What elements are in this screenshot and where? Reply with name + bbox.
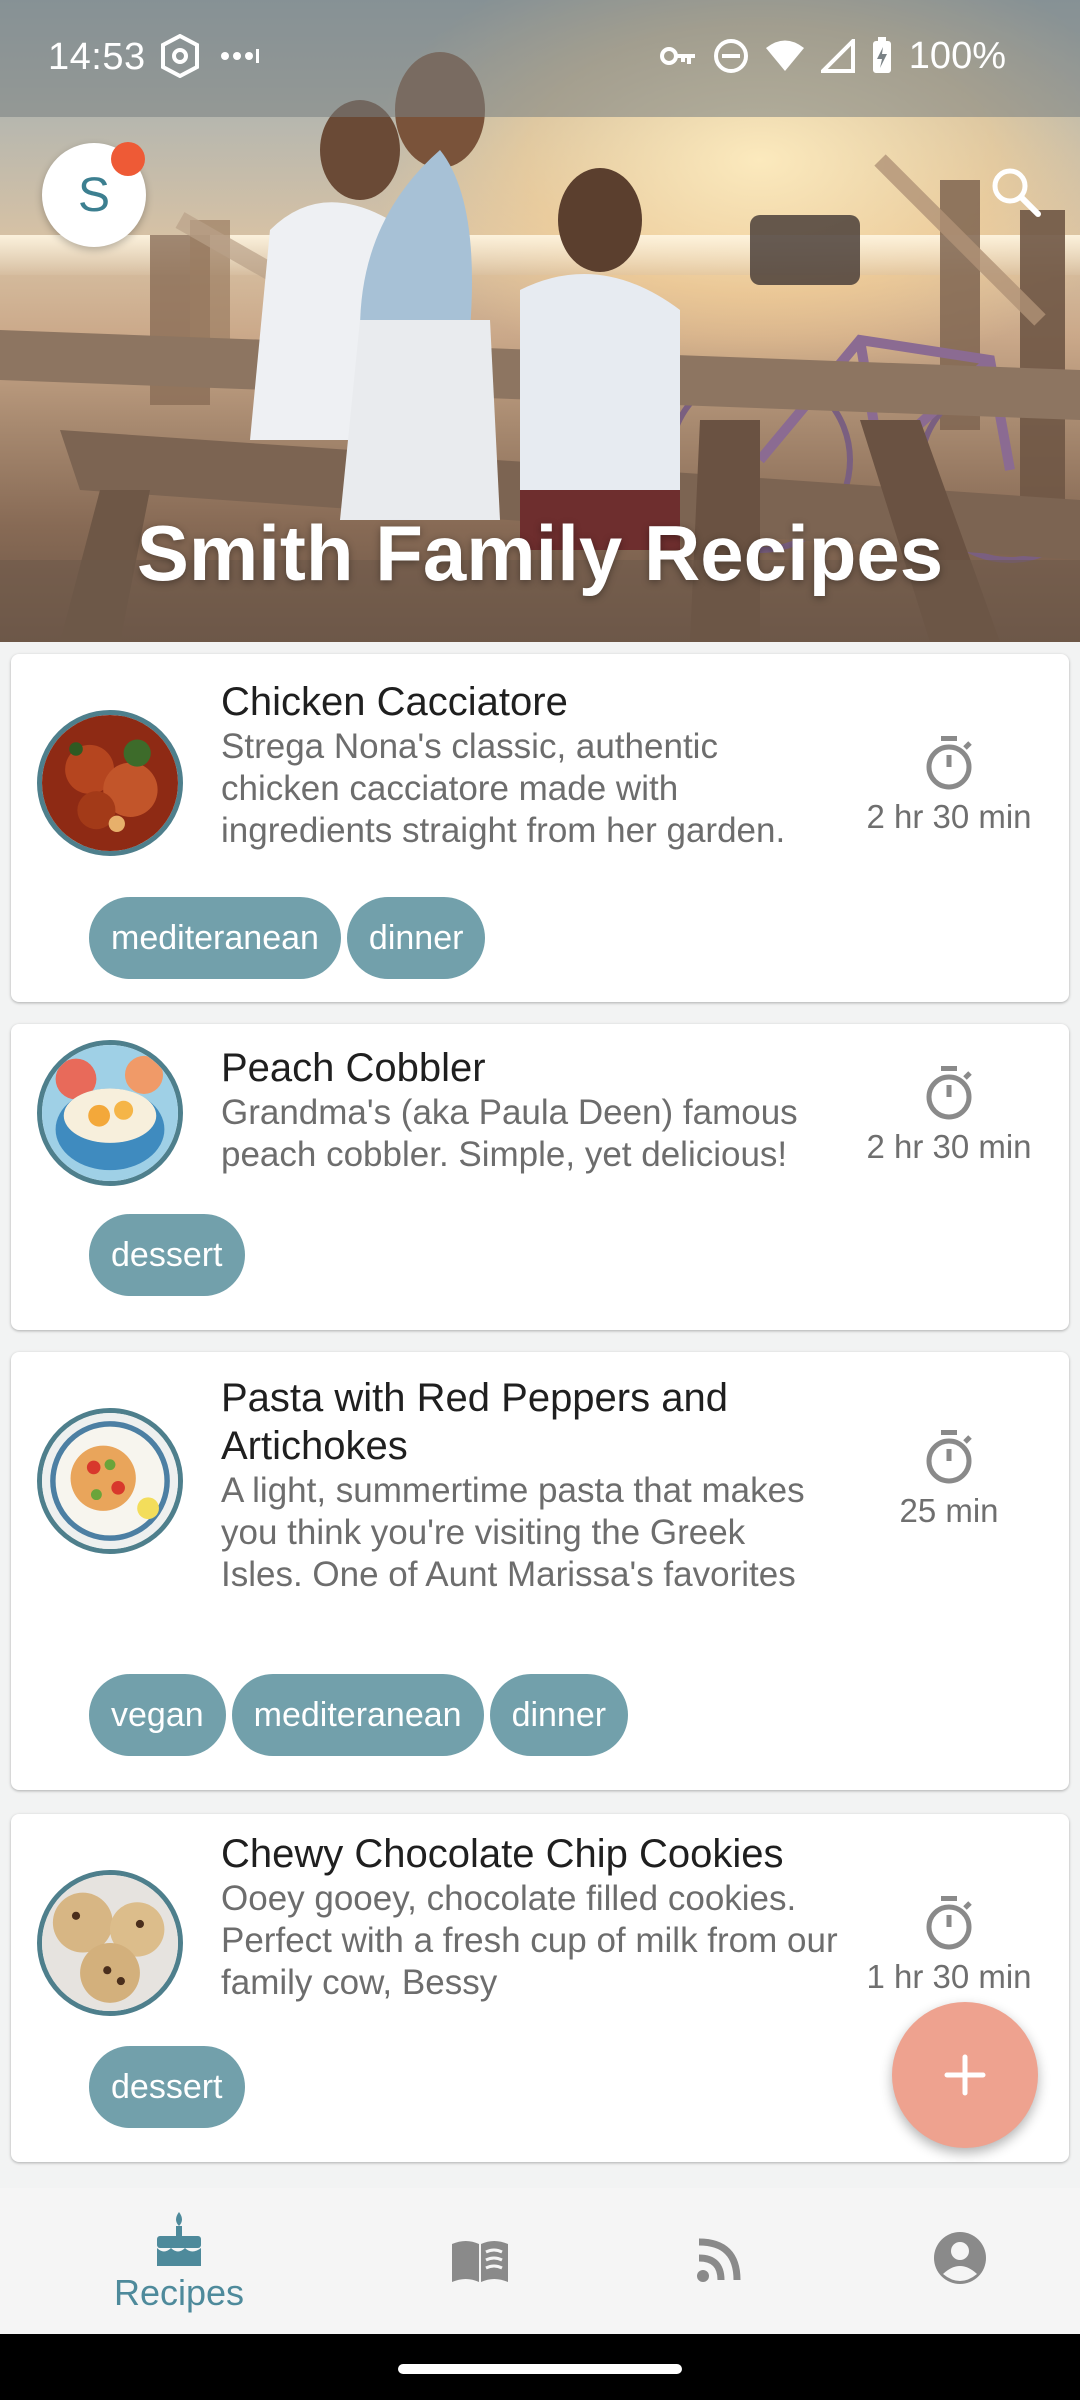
search-button[interactable] <box>986 162 1048 224</box>
account-circle-icon <box>934 2232 986 2284</box>
nav-label-recipes: Recipes <box>113 2272 245 2313</box>
nav-item-book[interactable] <box>345 2188 615 2334</box>
pasta-dish-image <box>42 1413 178 1549</box>
recipe-description: Strega Nona's classic, authentic chicken… <box>221 727 786 850</box>
tag-chip[interactable]: mediteranean <box>231 1674 484 1756</box>
timer-icon <box>926 1430 972 1484</box>
timer-icon <box>926 1066 972 1120</box>
recipe-thumbnail <box>37 1408 183 1554</box>
header-banner: 14:53 100% S Smith Family Recipes <box>0 0 1080 642</box>
recipe-thumbnail <box>37 1870 183 2016</box>
home-gesture-handle[interactable] <box>398 2364 682 2374</box>
shield-hex-icon <box>161 34 199 78</box>
recipe-title: Peach Cobbler <box>221 1046 486 1090</box>
vpn-key-icon <box>659 47 695 65</box>
timer-icon <box>926 1896 972 1950</box>
more-dots-icon <box>221 49 259 63</box>
tag-chip[interactable]: mediteranean <box>89 897 341 979</box>
recipe-card-peach-cobbler[interactable]: Peach Cobbler Grandma's (aka Paula Deen)… <box>11 1024 1069 1330</box>
recipe-time: 25 min <box>829 1428 1069 1530</box>
tag-chip[interactable]: vegan <box>89 1674 226 1756</box>
recipe-tags: vegan mediteranean dinner <box>89 1674 629 1756</box>
add-recipe-button[interactable] <box>892 2002 1038 2148</box>
search-icon <box>992 168 1041 217</box>
tag-chip[interactable]: dinner <box>489 1674 629 1756</box>
nav-item-profile[interactable] <box>825 2188 1080 2334</box>
tag-chip[interactable]: dessert <box>89 1214 245 1296</box>
battery-percentage: 100% <box>908 34 1006 77</box>
recipe-description: Ooey gooey, chocolate filled cookies. Pe… <box>221 1879 838 2002</box>
recipe-thumbnail <box>37 1040 183 1186</box>
recipe-time-text: 2 hr 30 min <box>866 1128 1032 1165</box>
page-title: Smith Family Recipes <box>136 509 944 597</box>
rss-feed-icon <box>697 2238 741 2282</box>
recipe-time: 2 hr 30 min <box>829 734 1069 836</box>
recipe-time: 1 hr 30 min <box>829 1894 1069 1996</box>
recipe-time-text: 1 hr 30 min <box>866 1958 1032 1995</box>
recipe-title: Chewy Chocolate Chip Cookies <box>221 1832 784 1876</box>
recipe-time-text: 25 min <box>899 1492 999 1529</box>
recipe-thumbnail <box>37 710 183 856</box>
battery-charging-icon <box>872 37 891 73</box>
recipe-title: Chicken Cacciatore <box>221 680 568 724</box>
peach-cobbler-image <box>42 1045 178 1181</box>
recipe-description: A light, summertime pasta that makes you… <box>221 1471 805 1594</box>
status-bar: 14:53 100% <box>0 0 1080 117</box>
book-icon <box>452 2241 508 2282</box>
plus-icon <box>944 2054 986 2096</box>
recipe-card-pasta[interactable]: Pasta with Red Peppers and Artichokes A … <box>11 1352 1069 1790</box>
nav-item-recipes[interactable]: Recipes <box>44 2188 314 2334</box>
recipe-tags: dessert <box>89 2046 245 2128</box>
notification-dot <box>111 142 145 176</box>
timer-icon <box>926 736 972 790</box>
avatar-letter: S <box>77 168 110 222</box>
chicken-dish-image <box>42 715 178 851</box>
status-time: 14:53 <box>48 36 146 78</box>
recipe-description: Grandma's (aka Paula Deen) famous peach … <box>221 1093 798 1174</box>
signal-icon <box>820 39 855 73</box>
recipe-card-chicken-cacciatore[interactable]: Chicken Cacciatore Strega Nona's classic… <box>11 654 1069 1002</box>
recipe-time-text: 2 hr 30 min <box>866 798 1032 835</box>
recipe-tags: dessert <box>89 1214 245 1296</box>
recipe-time: 2 hr 30 min <box>829 1064 1069 1166</box>
recipe-tags: mediteranean dinner <box>89 897 486 979</box>
cake-icon <box>157 2212 201 2266</box>
do-not-disturb-icon <box>713 39 748 73</box>
wifi-icon <box>765 40 804 71</box>
nav-item-feed[interactable] <box>584 2188 854 2334</box>
bottom-navigation: Recipes <box>0 2188 1080 2334</box>
recipe-title: Pasta with Red Peppers and Artichokes <box>221 1376 728 1468</box>
cookies-image <box>42 1875 178 2011</box>
tag-chip[interactable]: dessert <box>89 2046 245 2128</box>
tag-chip[interactable]: dinner <box>346 897 486 979</box>
